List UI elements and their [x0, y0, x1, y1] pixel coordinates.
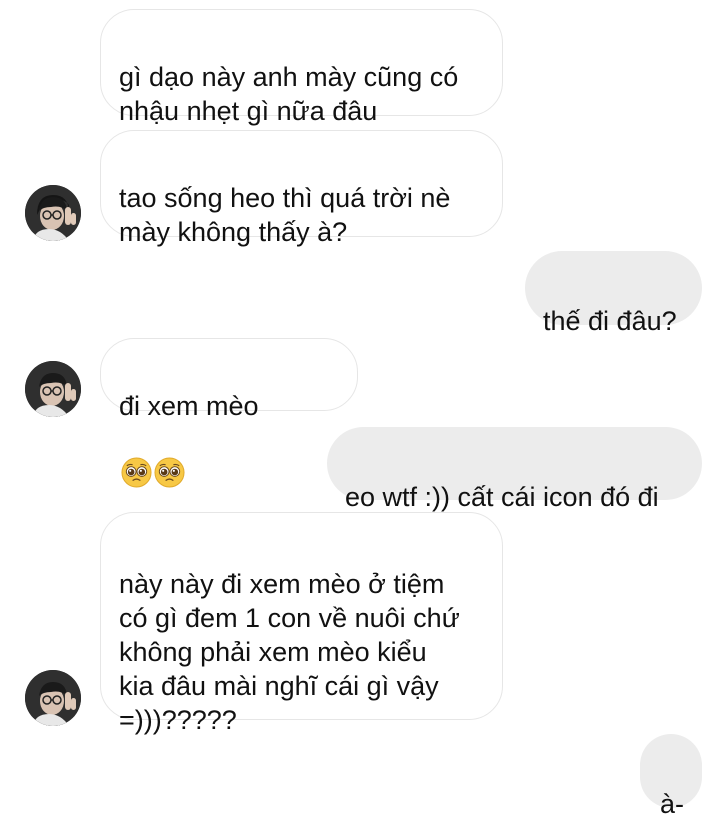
sender-avatar[interactable] [25, 361, 81, 417]
message-text: này này đi xem mèo ở tiệm có gì đem 1 co… [119, 569, 460, 735]
pleading-face-emoji [121, 423, 152, 488]
message-text: à- [660, 789, 685, 819]
incoming-message-bubble[interactable]: này này đi xem mèo ở tiệm có gì đem 1 co… [100, 512, 503, 735]
message-text: đi xem mèo [119, 391, 259, 421]
incoming-message-bubble[interactable]: đi xem mèo [100, 338, 358, 488]
message-text: eo wtf :)) cất cái icon đó đi [345, 482, 659, 512]
message-text: tao sống heo thì quá trời nè mày không t… [119, 183, 451, 247]
incoming-message-bubble[interactable]: gì dạo này anh mày cũng có nhậu nhẹt gì … [100, 9, 503, 126]
sender-avatar[interactable] [25, 670, 81, 726]
pleading-face-emoji [154, 423, 185, 488]
message-text: gì dạo này anh mày cũng có nhậu nhẹt gì … [119, 62, 459, 126]
message-text: thế đi đâu? [543, 306, 677, 336]
outgoing-message-bubble[interactable]: thế đi đâu? [525, 251, 702, 336]
incoming-message-bubble[interactable]: tao sống heo thì quá trời nè mày không t… [100, 130, 503, 247]
outgoing-message-bubble[interactable]: à- [640, 734, 702, 819]
outgoing-message-bubble[interactable]: eo wtf :)) cất cái icon đó đi [327, 427, 702, 512]
sender-avatar[interactable] [25, 185, 81, 241]
